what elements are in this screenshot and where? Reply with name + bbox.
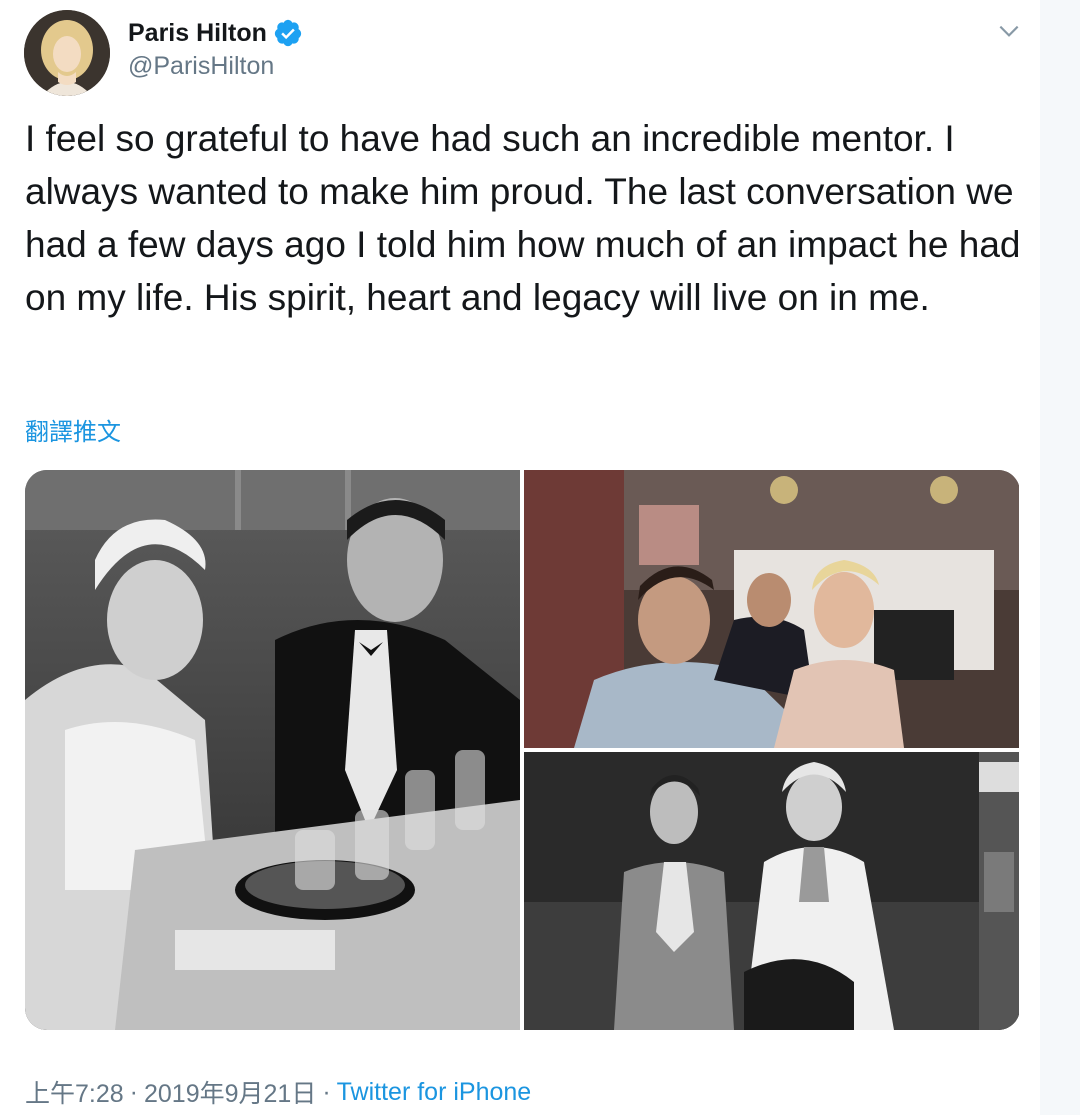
- photo-couple-black-and-white[interactable]: [524, 752, 1019, 1030]
- verified-badge-icon: [274, 19, 302, 47]
- tweet-meta: 上午7:28 · 2019年9月21日 · Twitter for iPhone: [25, 1074, 531, 1110]
- author-display-name[interactable]: Paris Hilton: [128, 19, 267, 48]
- tweet-date[interactable]: 2019年9月21日: [144, 1074, 316, 1110]
- media-grid: [25, 470, 1020, 1030]
- chevron-down-icon[interactable]: [996, 18, 1022, 44]
- author-handle[interactable]: @ParisHilton: [128, 52, 274, 81]
- photo-living-room-color[interactable]: [524, 470, 1019, 748]
- meta-separator: ·: [129, 1077, 138, 1106]
- page-side-strip: [1040, 0, 1080, 1115]
- author-name-row[interactable]: Paris Hilton: [128, 18, 303, 48]
- translate-tweet-link[interactable]: 翻譯推文: [25, 412, 121, 447]
- tweet-source-link[interactable]: Twitter for iPhone: [337, 1078, 532, 1107]
- tweet-card: Paris Hilton @ParisHilton I feel so grat…: [0, 0, 1040, 1115]
- photo-dinner-black-and-white[interactable]: [25, 470, 520, 1030]
- tweet-text: I feel so grateful to have had such an i…: [25, 118, 1021, 318]
- meta-separator: ·: [322, 1077, 331, 1106]
- tweet-time[interactable]: 上午7:28: [25, 1074, 124, 1110]
- avatar-image: [24, 10, 110, 96]
- avatar[interactable]: [24, 10, 110, 96]
